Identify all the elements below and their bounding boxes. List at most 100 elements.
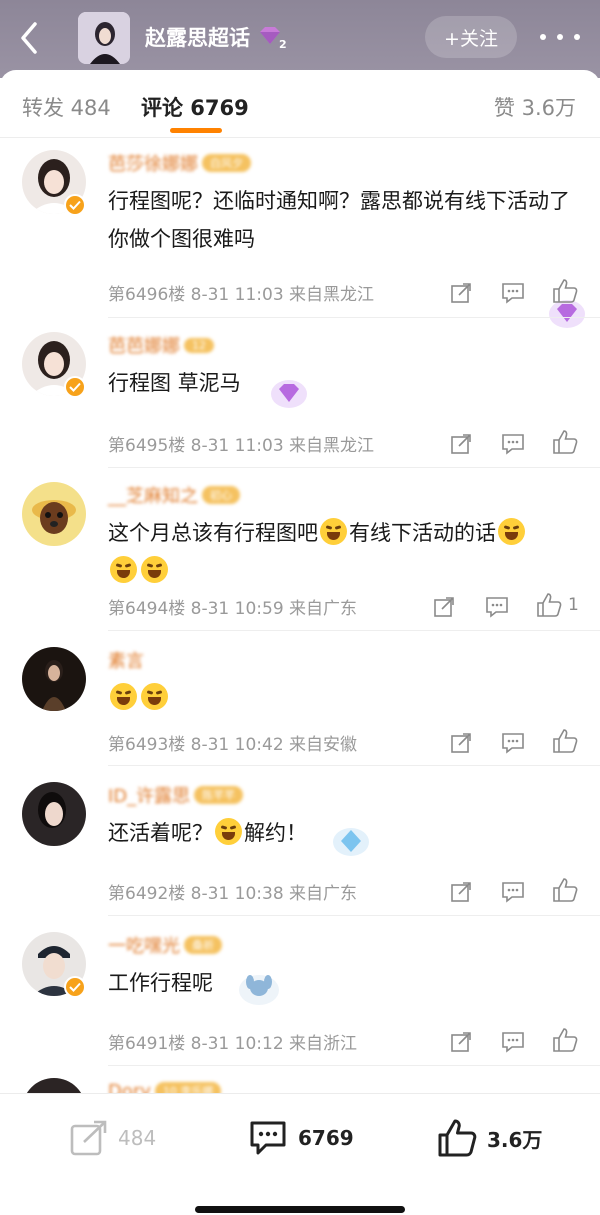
comment-meta: 第6494楼 8-31 10:59 来自广东	[108, 599, 358, 619]
avatar[interactable]	[22, 647, 86, 711]
comment-icon	[502, 733, 524, 754]
share-icon	[451, 283, 471, 303]
comment-item: 芭芭娜娜 12 行程图 草泥马 第6495楼 8-31 11:03 来自黑龙江	[0, 318, 600, 468]
comment-count: 6769	[298, 1126, 354, 1150]
comment-text: 行程图呢？还临时通知啊？露思都说有线下活动了 你做个图很难吗	[108, 189, 570, 251]
level-badge-number: 2	[279, 38, 287, 50]
stitch-sticker-icon	[239, 975, 279, 1005]
comment-text: 行程图 草泥马	[108, 371, 241, 395]
tab-comment[interactable]: 评论 6769	[141, 92, 249, 122]
topic-title[interactable]: 赵露思超话 2	[145, 22, 288, 52]
repost-button[interactable]	[450, 278, 472, 308]
reply-button[interactable]	[501, 1027, 525, 1057]
username-text: 一吃嘿光	[108, 936, 180, 957]
username[interactable]: 一吃嘿光 桑祈	[108, 934, 222, 957]
tab-like[interactable]: 赞 3.6万	[494, 92, 576, 122]
username[interactable]: 芭芭娜娜 12	[108, 334, 214, 357]
comment-item: 一吃嘿光 桑祈 工作行程呢 第6491楼 8-31 10:12 来自浙江	[0, 916, 600, 1066]
laughing-tears-emoji-icon	[110, 556, 137, 583]
like-button[interactable]	[552, 875, 584, 905]
share-icon	[451, 1032, 471, 1052]
reply-button[interactable]	[501, 278, 525, 308]
laughing-tears-emoji-icon	[215, 818, 242, 845]
tab-bar: 转发 484 评论 6769 赞 3.6万	[0, 70, 600, 138]
username-text: 素言	[108, 651, 144, 672]
fan-badge: 陈芊芊	[194, 786, 244, 804]
bottom-like-button[interactable]: 3.6万	[437, 1118, 542, 1158]
comment-item: 素言 第6493楼 8-31 10:42 来自安徽	[0, 631, 600, 766]
home-indicator	[195, 1206, 405, 1213]
repost-count: 484	[118, 1126, 157, 1150]
like-count: 3.6万	[487, 1127, 543, 1152]
repost-button[interactable]	[450, 1027, 472, 1057]
bottom-comment-button[interactable]: 6769	[248, 1118, 354, 1158]
username[interactable]: ID_许露思 陈芊芊	[108, 784, 244, 807]
hearts-eyes-emoji-icon	[110, 683, 137, 710]
share-icon	[451, 434, 471, 454]
username-text: 芭芭娜娜	[108, 336, 180, 357]
thumbs-up-icon	[553, 1028, 578, 1052]
repost-button[interactable]	[450, 728, 472, 758]
follow-button[interactable]: +关注	[425, 16, 517, 58]
crying-emoji-icon	[141, 683, 168, 710]
like-button[interactable]	[552, 1025, 584, 1055]
comment-icon	[502, 882, 524, 903]
comment-item: __芝麻知之 初心 这个月总该有行程图吧 有线下活动的话 第6494楼 8-31 …	[0, 468, 600, 631]
username[interactable]: 芭莎徐娜娜 白风夕	[108, 152, 251, 175]
like-button[interactable]	[552, 427, 584, 457]
back-button[interactable]	[14, 18, 44, 58]
comment-text: 这个月总该有行程图吧 有线下活动的话	[108, 514, 578, 590]
like-button[interactable]	[552, 726, 584, 756]
username-text: 芭莎徐娜娜	[108, 154, 198, 175]
comment-text: 工作行程呢	[108, 971, 213, 995]
thumbs-up-icon	[553, 878, 578, 902]
share-icon	[70, 1120, 107, 1156]
thumbs-up-icon	[553, 729, 578, 753]
repost-button[interactable]	[433, 592, 455, 622]
comment-icon	[502, 1032, 524, 1053]
repost-button[interactable]	[450, 877, 472, 907]
reply-button[interactable]	[501, 429, 525, 459]
thumbs-up-icon	[553, 279, 578, 303]
tab-repost[interactable]: 转发 484	[22, 92, 111, 122]
topic-title-text: 赵露思超话	[145, 26, 250, 50]
comment-item: 芭莎徐娜娜 白风夕 行程图呢？还临时通知啊？露思都说有线下活动了 你做个图很难吗…	[0, 138, 600, 328]
verified-badge-icon	[64, 376, 86, 398]
username[interactable]: 素言	[108, 649, 144, 672]
username-text: ID_许露思	[108, 786, 191, 807]
comment-list: 芭莎徐娜娜 白风夕 行程图呢？还临时通知啊？露思都说有线下活动了 你做个图很难吗…	[0, 138, 600, 1142]
verified-badge-icon	[64, 976, 86, 998]
blue-diamond-sticker-icon	[333, 828, 369, 856]
share-icon	[451, 733, 471, 753]
repost-button[interactable]	[450, 429, 472, 459]
diamond-level-icon: 2	[260, 27, 287, 50]
reply-button[interactable]	[501, 728, 525, 758]
reply-button[interactable]	[501, 877, 525, 907]
top-bar: 赵露思超话 2 +关注	[0, 0, 600, 78]
comment-text-part: 有线下活动的话	[349, 521, 496, 545]
comment-meta: 第6491楼 8-31 10:12 来自浙江	[108, 1034, 358, 1054]
avatar[interactable]	[22, 782, 86, 846]
topic-avatar[interactable]	[78, 12, 130, 64]
laughing-tears-emoji-icon	[320, 518, 347, 545]
username[interactable]: __芝麻知之 初心	[108, 484, 240, 507]
verified-badge-icon	[64, 194, 86, 216]
more-options-icon[interactable]	[540, 24, 580, 50]
bottom-repost-button[interactable]: 484	[70, 1118, 156, 1158]
comment-icon	[250, 1121, 286, 1155]
like-button[interactable]	[552, 276, 584, 306]
active-tab-indicator	[170, 128, 222, 133]
comment-meta: 第6492楼 8-31 10:38 来自广东	[108, 884, 358, 904]
comment-text-part: 解约！	[244, 821, 307, 845]
username-text: __芝麻知之	[108, 486, 198, 507]
avatar[interactable]	[22, 482, 86, 546]
thumbs-up-icon	[438, 1119, 477, 1157]
reply-button[interactable]	[485, 592, 509, 622]
comments-sheet: 转发 484 评论 6769 赞 3.6万 芭莎徐娜娜 白风夕 行程图呢？还临时…	[0, 70, 600, 1215]
comment-icon	[502, 283, 524, 304]
chevron-left-icon	[21, 22, 37, 54]
fan-badge: 初心	[202, 486, 240, 504]
fan-badge: 桑祈	[184, 936, 222, 954]
diamond-sticker-icon	[271, 380, 307, 408]
like-button[interactable]: 1	[536, 590, 579, 620]
